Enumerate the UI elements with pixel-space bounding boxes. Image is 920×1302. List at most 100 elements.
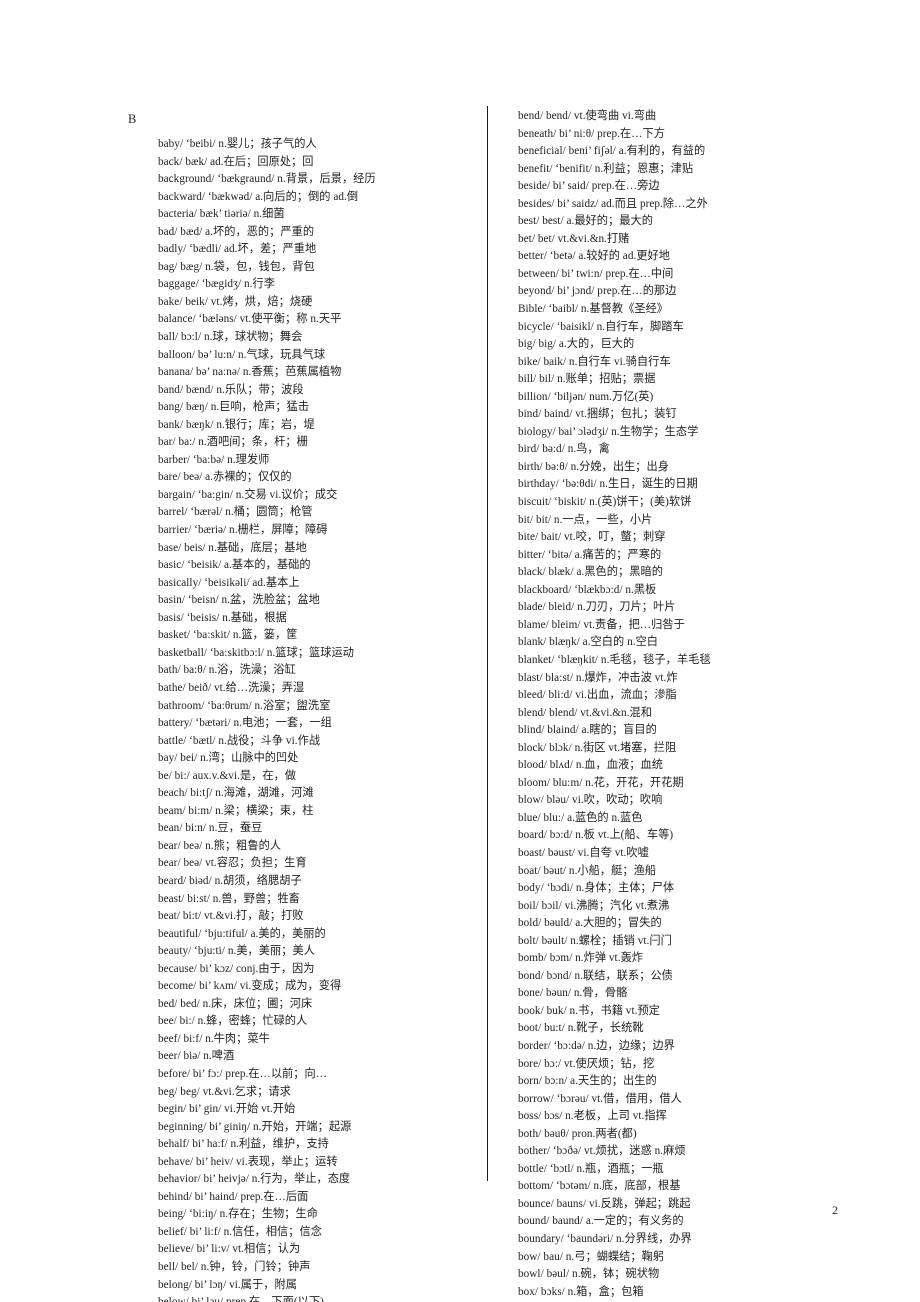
dictionary-entry: blood/ blʌd/ n.血，血液；血统 bbox=[518, 759, 663, 772]
dictionary-entry: bottom/ ‘bɔtəm/ n.底，底部，根基 bbox=[518, 1180, 681, 1193]
dictionary-entry: bold/ bəuld/ a.大胆的；冒失的 bbox=[518, 917, 662, 930]
dictionary-entry: beam/ bi:m/ n.梁；横梁；束，柱 bbox=[158, 804, 314, 817]
dictionary-entry: billion/ ‘biljən/ num.万亿(英) bbox=[518, 390, 654, 403]
dictionary-entry: block/ blɔk/ n.街区 vt.堵塞，拦阻 bbox=[518, 741, 677, 754]
dictionary-entry: bathroom/ ‘ba:θrum/ n.浴室；盥洗室 bbox=[158, 699, 331, 712]
dictionary-entry: border/ ‘bɔ:də/ n.边，边缘；边界 bbox=[518, 1039, 675, 1052]
dictionary-entry: bell/ bel/ n.钟，铃，门铃；钟声 bbox=[158, 1261, 311, 1273]
dictionary-entry: baby/ ‘beibi/ n.婴儿；孩子气的人 bbox=[158, 138, 317, 150]
vocabulary-columns: baby/ ‘beibi/ n.婴儿；孩子气的人 back/ bæk/ ad.在后… bbox=[0, 108, 920, 1302]
dictionary-entry: badly/ ‘bædli/ ad.坏，差；严重地 bbox=[158, 243, 317, 256]
dictionary-entry: begin/ bi’ gin/ vi.开始 vt.开始 bbox=[158, 1103, 296, 1116]
dictionary-entry: bloom/ blu:m/ n.花，开花，开花期 bbox=[518, 776, 684, 789]
dictionary-entry: beat/ bi:t/ vt.&vi.打，敲；打败 bbox=[158, 910, 304, 923]
dictionary-entry: being/ ‘bi:iŋ/ n.存在；生物；生命 bbox=[158, 1208, 318, 1221]
dictionary-entry: bad/ bæd/ a.坏的，恶的；严重的 bbox=[158, 225, 315, 238]
dictionary-entry: behavior/ bi’ heivjə/ n.行为，举止，态度 bbox=[158, 1173, 351, 1186]
dictionary-entry: bare/ beə/ a.赤裸的；仅仅的 bbox=[158, 471, 292, 484]
dictionary-entry: bag/ bæg/ n.袋，包，钱包，背包 bbox=[158, 260, 315, 273]
dictionary-entry: biscuit/ ‘biskit/ n.(英)饼干；(美)软饼 bbox=[518, 496, 692, 509]
dictionary-entry: bother/ ‘bɔðə/ vt.烦扰，迷惑 n.麻烦 bbox=[518, 1145, 686, 1158]
dictionary-entry: become/ bi’ kʌm/ vi.变成；成为，变得 bbox=[158, 980, 342, 993]
dictionary-entry: barrier/ ‘bæriə/ n.栅栏，屏障；障碍 bbox=[158, 524, 328, 537]
dictionary-entry: bargain/ ‘ba:gin/ n.交易 vi.议价；成交 bbox=[158, 488, 338, 501]
dictionary-entry: beyond/ bi’ jɔnd/ prep.在…的那边 bbox=[518, 285, 677, 298]
dictionary-entry: bond/ bɔnd/ n.联结，联系；公债 bbox=[518, 969, 673, 982]
dictionary-entry: bow/ bau/ n.弓；蝴蝶结；鞠躬 bbox=[518, 1250, 665, 1263]
dictionary-entry: blackboard/ ‘blækbɔ:d/ n.黑板 bbox=[518, 583, 657, 596]
dictionary-entry: behind/ bi’ haind/ prep.在…后面 bbox=[158, 1190, 309, 1203]
dictionary-entry: blast/ bla:st/ n.爆炸，冲击波 vt.炸 bbox=[518, 671, 678, 684]
dictionary-entry: best/ best/ a.最好的；最大的 bbox=[518, 215, 653, 228]
dictionary-entry: boss/ bɔs/ n.老板，上司 vt.指挥 bbox=[518, 1110, 667, 1123]
dictionary-entry: born/ bɔ:n/ a.天生的；出生的 bbox=[518, 1075, 657, 1088]
dictionary-entry: borrow/ ‘bɔrəu/ vt.借，借用，借人 bbox=[518, 1092, 682, 1105]
dictionary-entry: basic/ ‘beisik/ a.基本的，基础的 bbox=[158, 559, 311, 572]
dictionary-entry: boundary/ ‘baundəri/ n.分界线，办界 bbox=[518, 1233, 692, 1245]
dictionary-entry: bone/ bəun/ n.骨，骨骼 bbox=[518, 987, 628, 1000]
dictionary-entry: bird/ bə:d/ n.鸟，禽 bbox=[518, 443, 610, 456]
dictionary-entry: bend/ bend/ vt.使弯曲 vi.弯曲 bbox=[518, 110, 657, 122]
dictionary-entry: bleed/ bli:d/ vi.出血，流血；滲脂 bbox=[518, 689, 677, 702]
dictionary-entry: balance/ ‘bæləns/ vt.使平衡；称 n.天平 bbox=[158, 313, 342, 326]
dictionary-entry: black/ blæk/ a.黑色的；黑暗的 bbox=[518, 566, 663, 579]
dictionary-entry: beautiful/ ‘bju:tiful/ a.美的，美丽的 bbox=[158, 927, 326, 940]
dictionary-entry: bear/ beə/ n.熊；粗鲁的人 bbox=[158, 839, 282, 852]
dictionary-entry: bound/ baund/ a.一定的；有义务的 bbox=[518, 1215, 684, 1228]
dictionary-entry: balloon/ bə’ lu:n/ n.气球，玩具气球 bbox=[158, 348, 326, 361]
dictionary-entry: bath/ ba:θ/ n.浴，洗澡；浴缸 bbox=[158, 664, 296, 677]
dictionary-entry: behave/ bi’ heiv/ vi.表现，举止；运转 bbox=[158, 1155, 338, 1168]
dictionary-entry: beg/ beg/ vt.&vi.乞求；请求 bbox=[158, 1085, 291, 1098]
dictionary-entry: beauty/ ‘bju:ti/ n.美，美丽；美人 bbox=[158, 945, 315, 958]
dictionary-entry: bike/ baik/ n.自行车 vi.骑自行车 bbox=[518, 355, 671, 368]
dictionary-entry: behalf/ bi’ ha:f/ n.利益，维护，支持 bbox=[158, 1138, 329, 1151]
dictionary-entry: bit/ bit/ n.一点，一些，小片 bbox=[518, 513, 653, 526]
dictionary-entry: bore/ bɔ:/ vt.使厌烦；钻，挖 bbox=[518, 1057, 655, 1070]
vocabulary-column-left: baby/ ‘beibi/ n.婴儿；孩子气的人 back/ bæk/ ad.在后… bbox=[158, 108, 488, 1302]
dictionary-entry: benefit/ ‘benifit/ n.利益；恩惠；津贴 bbox=[518, 162, 694, 175]
dictionary-entry: bear/ beə/ vt.容忍；负担；生育 bbox=[158, 857, 307, 870]
dictionary-entry: bomb/ bɔm/ n.炸弹 vt.轰炸 bbox=[518, 952, 644, 965]
dictionary-entry: beer/ biə/ n.啤酒 bbox=[158, 1050, 235, 1063]
dictionary-entry: bee/ bi:/ n.蜂，密蜂；忙碌的人 bbox=[158, 1015, 308, 1028]
dictionary-entry: bill/ bil/ n.账单；招贴；票据 bbox=[518, 373, 656, 386]
dictionary-entry: back/ bæk/ ad.在后；回原处；回 bbox=[158, 155, 314, 168]
dictionary-entry: bathe/ beið/ vt.给…洗澡；弄湿 bbox=[158, 681, 305, 694]
dictionary-entry: bowl/ bəul/ n.碗，钵；碗状物 bbox=[518, 1268, 660, 1281]
dictionary-entry: basis/ ‘beisis/ n.基础，根据 bbox=[158, 611, 287, 624]
dictionary-entry: beside/ bi’ said/ prep.在…旁边 bbox=[518, 180, 660, 193]
dictionary-entry: beef/ bi:f/ n.牛肉；菜牛 bbox=[158, 1032, 270, 1045]
dictionary-entry: backward/ ‘bækwəd/ a.向后的；倒的 ad.倒 bbox=[158, 190, 359, 203]
dictionary-entry: bacteria/ bæk’ tiəriə/ n.细菌 bbox=[158, 208, 285, 221]
dictionary-entry: board/ bɔ:d/ n.板 vt.上(船、车等) bbox=[518, 829, 674, 842]
dictionary-entry: ball/ bɔ:l/ n.球，球状物；舞会 bbox=[158, 331, 303, 344]
dictionary-entry: basically/ ‘beisikəli/ ad.基本上 bbox=[158, 576, 300, 589]
dictionary-entry: birthday/ ‘bə:θdi/ n.生日，诞生的日期 bbox=[518, 478, 698, 491]
dictionary-entry: bean/ bi:n/ n.豆，蚕豆 bbox=[158, 822, 263, 835]
dictionary-entry: banana/ bə’ na:nə/ n.香蕉；芭蕉属植物 bbox=[158, 366, 342, 379]
dictionary-entry: be/ bi:/ aux.v.&vi.是，在，做 bbox=[158, 769, 297, 782]
dictionary-entry: blow/ bləu/ vi.吹，吹动；吹响 bbox=[518, 794, 663, 807]
dictionary-entry: battle/ ‘bætl/ n.战役；斗争 vi.作战 bbox=[158, 734, 321, 747]
dictionary-entry: background/ ‘bækgraund/ n.背景，后景，经历 bbox=[158, 173, 376, 186]
dictionary-entry: beginning/ bi’ giniŋ/ n.开始，开端；起源 bbox=[158, 1120, 352, 1133]
vocabulary-column-right: bend/ bend/ vt.使弯曲 vi.弯曲 beneath/ bi’ ni:… bbox=[518, 108, 868, 1302]
document-page: B baby/ ‘beibi/ n.婴儿；孩子气的人 back/ bæk/ ad.… bbox=[0, 0, 920, 1302]
dictionary-entry: beast/ bi:st/ n.兽，野兽；牲畜 bbox=[158, 892, 300, 905]
dictionary-entry: better/ ‘betə/ a.较好的 ad.更好地 bbox=[518, 250, 671, 263]
dictionary-entry: bicycle/ ‘baisikl/ n.自行车，脚踏车 bbox=[518, 320, 684, 333]
dictionary-entry: boast/ bəust/ vi.自夸 vt.吹嘘 bbox=[518, 846, 649, 859]
dictionary-entry: base/ beis/ n.基础，底层；基地 bbox=[158, 541, 307, 554]
dictionary-entry: body/ ‘bɔdi/ n.身体；主体；尸体 bbox=[518, 882, 675, 895]
dictionary-entry: box/ bɔks/ n.箱，盒；包箱 bbox=[518, 1285, 644, 1298]
dictionary-entry: battery/ ‘bætəri/ n.电池；一套，一组 bbox=[158, 717, 332, 730]
dictionary-entry: barrel/ ‘bærəl/ n.桶；圆筒；枪管 bbox=[158, 506, 313, 519]
dictionary-entry: bake/ beik/ vt.烤，烘，焙；烧硬 bbox=[158, 295, 313, 308]
dictionary-entry: believe/ bi’ li:v/ vt.相信；认为 bbox=[158, 1243, 301, 1256]
dictionary-entry: because/ bi’ kɔz/ conj.由于，因为 bbox=[158, 962, 315, 975]
dictionary-entry: basketball/ ‘ba:skitbɔ:l/ n.篮球；篮球运动 bbox=[158, 646, 354, 659]
dictionary-entry: between/ bi’ twi:n/ prep.在…中间 bbox=[518, 267, 674, 280]
dictionary-entry: birth/ bə:θ/ n.分娩，出生；出身 bbox=[518, 460, 670, 473]
dictionary-entry: blank/ blæŋk/ a.空白的 n.空白 bbox=[518, 636, 659, 649]
dictionary-entry: boot/ bu:t/ n.靴子，长统靴 bbox=[518, 1022, 644, 1035]
